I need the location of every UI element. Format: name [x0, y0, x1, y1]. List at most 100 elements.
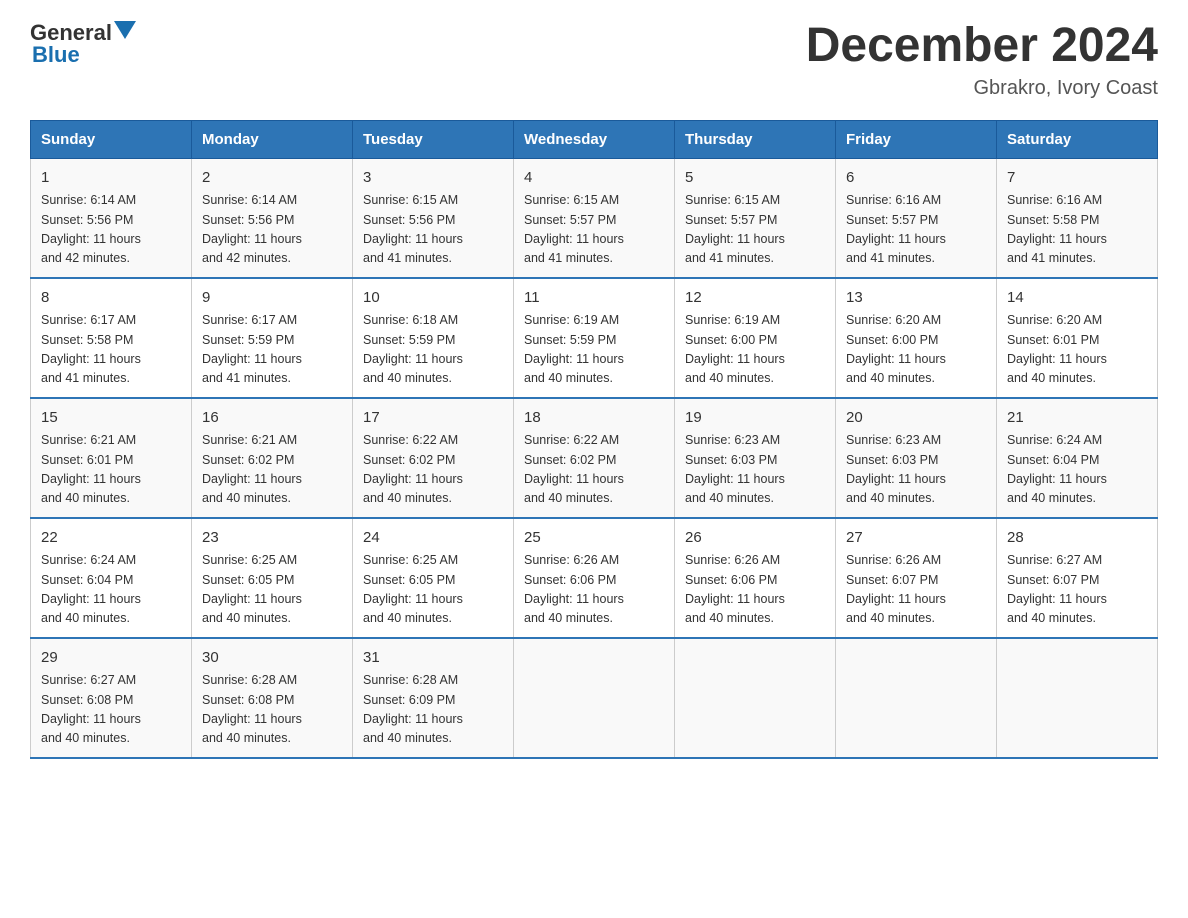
- page-subtitle: Gbrakro, Ivory Coast: [806, 77, 1158, 100]
- day-info: Sunrise: 6:26 AMSunset: 6:06 PMDaylight:…: [685, 551, 825, 629]
- day-number: 7: [1007, 167, 1147, 190]
- day-number: 30: [202, 647, 342, 670]
- day-number: 25: [524, 527, 664, 550]
- day-info: Sunrise: 6:16 AMSunset: 5:58 PMDaylight:…: [1007, 191, 1147, 269]
- day-info: Sunrise: 6:17 AMSunset: 5:58 PMDaylight:…: [41, 311, 181, 389]
- calendar-cell: 4Sunrise: 6:15 AMSunset: 5:57 PMDaylight…: [514, 158, 675, 278]
- calendar-cell: 16Sunrise: 6:21 AMSunset: 6:02 PMDayligh…: [192, 398, 353, 518]
- calendar-cell: [675, 638, 836, 758]
- day-info: Sunrise: 6:21 AMSunset: 6:02 PMDaylight:…: [202, 431, 342, 509]
- day-number: 5: [685, 167, 825, 190]
- day-info: Sunrise: 6:20 AMSunset: 6:01 PMDaylight:…: [1007, 311, 1147, 389]
- day-info: Sunrise: 6:23 AMSunset: 6:03 PMDaylight:…: [846, 431, 986, 509]
- calendar-cell: [997, 638, 1158, 758]
- day-info: Sunrise: 6:22 AMSunset: 6:02 PMDaylight:…: [363, 431, 503, 509]
- day-number: 13: [846, 287, 986, 310]
- day-info: Sunrise: 6:14 AMSunset: 5:56 PMDaylight:…: [202, 191, 342, 269]
- calendar-cell: 2Sunrise: 6:14 AMSunset: 5:56 PMDaylight…: [192, 158, 353, 278]
- day-info: Sunrise: 6:22 AMSunset: 6:02 PMDaylight:…: [524, 431, 664, 509]
- calendar-cell: 17Sunrise: 6:22 AMSunset: 6:02 PMDayligh…: [353, 398, 514, 518]
- day-number: 26: [685, 527, 825, 550]
- day-number: 9: [202, 287, 342, 310]
- day-number: 23: [202, 527, 342, 550]
- day-number: 10: [363, 287, 503, 310]
- title-section: December 2024 Gbrakro, Ivory Coast: [806, 20, 1158, 100]
- calendar-week-row: 22Sunrise: 6:24 AMSunset: 6:04 PMDayligh…: [31, 518, 1158, 638]
- calendar-cell: 21Sunrise: 6:24 AMSunset: 6:04 PMDayligh…: [997, 398, 1158, 518]
- day-number: 14: [1007, 287, 1147, 310]
- calendar-cell: [514, 638, 675, 758]
- calendar-cell: 1Sunrise: 6:14 AMSunset: 5:56 PMDaylight…: [31, 158, 192, 278]
- page-title: December 2024: [806, 20, 1158, 73]
- day-info: Sunrise: 6:18 AMSunset: 5:59 PMDaylight:…: [363, 311, 503, 389]
- day-info: Sunrise: 6:23 AMSunset: 6:03 PMDaylight:…: [685, 431, 825, 509]
- calendar-cell: 30Sunrise: 6:28 AMSunset: 6:08 PMDayligh…: [192, 638, 353, 758]
- calendar-cell: 28Sunrise: 6:27 AMSunset: 6:07 PMDayligh…: [997, 518, 1158, 638]
- day-number: 15: [41, 407, 181, 430]
- logo-arrow-icon: [114, 21, 136, 43]
- calendar-cell: 10Sunrise: 6:18 AMSunset: 5:59 PMDayligh…: [353, 278, 514, 398]
- calendar-cell: 14Sunrise: 6:20 AMSunset: 6:01 PMDayligh…: [997, 278, 1158, 398]
- day-number: 11: [524, 287, 664, 310]
- calendar-cell: 26Sunrise: 6:26 AMSunset: 6:06 PMDayligh…: [675, 518, 836, 638]
- day-info: Sunrise: 6:26 AMSunset: 6:06 PMDaylight:…: [524, 551, 664, 629]
- logo: General Blue: [30, 20, 136, 68]
- day-number: 21: [1007, 407, 1147, 430]
- day-number: 28: [1007, 527, 1147, 550]
- day-info: Sunrise: 6:20 AMSunset: 6:00 PMDaylight:…: [846, 311, 986, 389]
- day-info: Sunrise: 6:27 AMSunset: 6:08 PMDaylight:…: [41, 671, 181, 749]
- day-number: 31: [363, 647, 503, 670]
- day-number: 27: [846, 527, 986, 550]
- day-info: Sunrise: 6:24 AMSunset: 6:04 PMDaylight:…: [1007, 431, 1147, 509]
- calendar-header-sunday: Sunday: [31, 120, 192, 158]
- calendar-cell: 27Sunrise: 6:26 AMSunset: 6:07 PMDayligh…: [836, 518, 997, 638]
- day-number: 19: [685, 407, 825, 430]
- day-info: Sunrise: 6:25 AMSunset: 6:05 PMDaylight:…: [202, 551, 342, 629]
- logo-blue-text: Blue: [32, 42, 80, 68]
- day-info: Sunrise: 6:27 AMSunset: 6:07 PMDaylight:…: [1007, 551, 1147, 629]
- day-number: 29: [41, 647, 181, 670]
- calendar-cell: 18Sunrise: 6:22 AMSunset: 6:02 PMDayligh…: [514, 398, 675, 518]
- day-info: Sunrise: 6:15 AMSunset: 5:56 PMDaylight:…: [363, 191, 503, 269]
- calendar-cell: 31Sunrise: 6:28 AMSunset: 6:09 PMDayligh…: [353, 638, 514, 758]
- day-number: 16: [202, 407, 342, 430]
- day-info: Sunrise: 6:19 AMSunset: 6:00 PMDaylight:…: [685, 311, 825, 389]
- day-number: 6: [846, 167, 986, 190]
- calendar-cell: 11Sunrise: 6:19 AMSunset: 5:59 PMDayligh…: [514, 278, 675, 398]
- calendar-cell: 6Sunrise: 6:16 AMSunset: 5:57 PMDaylight…: [836, 158, 997, 278]
- calendar-cell: 13Sunrise: 6:20 AMSunset: 6:00 PMDayligh…: [836, 278, 997, 398]
- day-number: 17: [363, 407, 503, 430]
- calendar-cell: 29Sunrise: 6:27 AMSunset: 6:08 PMDayligh…: [31, 638, 192, 758]
- day-number: 3: [363, 167, 503, 190]
- calendar-cell: 3Sunrise: 6:15 AMSunset: 5:56 PMDaylight…: [353, 158, 514, 278]
- calendar-cell: 20Sunrise: 6:23 AMSunset: 6:03 PMDayligh…: [836, 398, 997, 518]
- calendar-cell: 23Sunrise: 6:25 AMSunset: 6:05 PMDayligh…: [192, 518, 353, 638]
- day-info: Sunrise: 6:28 AMSunset: 6:09 PMDaylight:…: [363, 671, 503, 749]
- day-info: Sunrise: 6:24 AMSunset: 6:04 PMDaylight:…: [41, 551, 181, 629]
- day-number: 2: [202, 167, 342, 190]
- day-number: 24: [363, 527, 503, 550]
- calendar-cell: 7Sunrise: 6:16 AMSunset: 5:58 PMDaylight…: [997, 158, 1158, 278]
- day-info: Sunrise: 6:16 AMSunset: 5:57 PMDaylight:…: [846, 191, 986, 269]
- day-info: Sunrise: 6:25 AMSunset: 6:05 PMDaylight:…: [363, 551, 503, 629]
- calendar-header-tuesday: Tuesday: [353, 120, 514, 158]
- day-number: 8: [41, 287, 181, 310]
- day-number: 4: [524, 167, 664, 190]
- day-number: 20: [846, 407, 986, 430]
- calendar-week-row: 8Sunrise: 6:17 AMSunset: 5:58 PMDaylight…: [31, 278, 1158, 398]
- day-info: Sunrise: 6:26 AMSunset: 6:07 PMDaylight:…: [846, 551, 986, 629]
- calendar-header-friday: Friday: [836, 120, 997, 158]
- day-info: Sunrise: 6:17 AMSunset: 5:59 PMDaylight:…: [202, 311, 342, 389]
- calendar-cell: 22Sunrise: 6:24 AMSunset: 6:04 PMDayligh…: [31, 518, 192, 638]
- day-info: Sunrise: 6:21 AMSunset: 6:01 PMDaylight:…: [41, 431, 181, 509]
- day-number: 22: [41, 527, 181, 550]
- calendar-header-monday: Monday: [192, 120, 353, 158]
- calendar-cell: 24Sunrise: 6:25 AMSunset: 6:05 PMDayligh…: [353, 518, 514, 638]
- day-info: Sunrise: 6:19 AMSunset: 5:59 PMDaylight:…: [524, 311, 664, 389]
- day-number: 1: [41, 167, 181, 190]
- calendar-header-thursday: Thursday: [675, 120, 836, 158]
- day-info: Sunrise: 6:14 AMSunset: 5:56 PMDaylight:…: [41, 191, 181, 269]
- calendar-header-wednesday: Wednesday: [514, 120, 675, 158]
- calendar-week-row: 15Sunrise: 6:21 AMSunset: 6:01 PMDayligh…: [31, 398, 1158, 518]
- calendar-cell: 9Sunrise: 6:17 AMSunset: 5:59 PMDaylight…: [192, 278, 353, 398]
